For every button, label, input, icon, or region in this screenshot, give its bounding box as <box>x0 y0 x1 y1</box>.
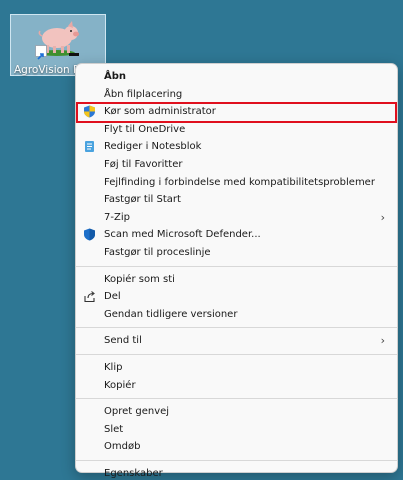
menu-separator <box>76 398 397 400</box>
menu-item-slet[interactable]: Slet <box>76 421 397 439</box>
menu-separator <box>76 265 397 267</box>
menu-separator <box>76 353 397 355</box>
menu-item-klip[interactable]: Klip <box>76 359 397 377</box>
menu-item-kør-som-administrator[interactable]: Kør som administrator <box>76 103 397 121</box>
menu-item-label: Scan med Microsoft Defender... <box>104 229 261 241</box>
menu-item-label: Åbn filplacering <box>104 88 183 100</box>
menu-item-label: Åbn <box>104 71 127 82</box>
menu-item-åbn-filplacering[interactable]: Åbn filplacering <box>76 86 397 104</box>
menu-item-label: Opret genvej <box>104 406 170 418</box>
defender-shield-icon <box>83 228 96 241</box>
menu-item-label: 7-Zip <box>104 211 130 223</box>
menu-item-fastgør-til-start[interactable]: Fastgør til Start <box>76 191 397 209</box>
chevron-right-icon: › <box>380 210 385 224</box>
menu-item-label: Fastgør til Start <box>104 194 181 206</box>
menu-item-label: Kør som administrator <box>104 106 216 118</box>
menu-item-omdøb[interactable]: Omdøb <box>76 438 397 456</box>
menu-item-label: Omdøb <box>104 441 141 453</box>
text-cursor <box>69 53 79 56</box>
menu-item-del[interactable]: Del <box>76 288 397 306</box>
menu-item-label: Gendan tidligere versioner <box>104 308 238 320</box>
menu-item-label: Kopiér som sti <box>104 273 175 285</box>
menu-item-gendan-tidligere-versioner[interactable]: Gendan tidligere versioner <box>76 306 397 324</box>
menu-item-åbn[interactable]: Åbn <box>76 68 397 86</box>
menu-item-kopi-r-som-sti[interactable]: Kopiér som sti <box>76 271 397 289</box>
shortcut-arrow-icon <box>35 45 47 60</box>
menu-item-fastgør-til-proceslinje[interactable]: Fastgør til proceslinje <box>76 244 397 262</box>
menu-item-label: Slet <box>104 423 124 435</box>
menu-item-kopi-r[interactable]: Kopiér <box>76 377 397 395</box>
menu-item-label: Del <box>104 291 121 303</box>
menu-item-label: Flyt til OneDrive <box>104 123 186 135</box>
menu-item-scan-med-microsoft-defender[interactable]: Scan med Microsoft Defender... <box>76 226 397 244</box>
menu-item-opret-genvej[interactable]: Opret genvej <box>76 403 397 421</box>
menu-item-label: Klip <box>104 361 123 373</box>
menu-item-flyt-til-onedrive[interactable]: Flyt til OneDrive <box>76 121 397 139</box>
chevron-right-icon: › <box>380 334 385 348</box>
menu-item-label: Egenskaber <box>104 467 163 479</box>
menu-item-rediger-i-notesblok[interactable]: Rediger i Notesblok <box>76 138 397 156</box>
menu-item-label: Fastgør til proceslinje <box>104 246 211 258</box>
menu-item-egenskaber[interactable]: Egenskaber <box>76 465 397 480</box>
menu-separator <box>76 327 397 329</box>
uac-shield-icon <box>83 105 96 118</box>
menu-item-føj-til-favoritter[interactable]: Føj til Favoritter <box>76 156 397 174</box>
notepad-icon <box>83 140 96 153</box>
menu-item-7-zip[interactable]: 7-Zip › <box>76 209 397 227</box>
menu-item-fejlfinding-i-forbindelse-med-kompatibilitetsproblemer[interactable]: Fejlfinding i forbindelse med kompatibil… <box>76 174 397 192</box>
menu-item-send-til[interactable]: Send til › <box>76 332 397 350</box>
menu-item-label: Kopiér <box>104 379 136 391</box>
menu-item-label: Send til <box>104 335 142 347</box>
context-menu: Åbn Åbn filplacering Kør som administrator… <box>75 63 398 479</box>
menu-separator <box>76 459 397 461</box>
share-icon <box>83 290 96 303</box>
menu-item-label: Rediger i Notesblok <box>104 141 202 153</box>
menu-item-label: Føj til Favoritter <box>104 158 183 170</box>
menu-item-label: Fejlfinding i forbindelse med kompatibil… <box>104 176 375 188</box>
